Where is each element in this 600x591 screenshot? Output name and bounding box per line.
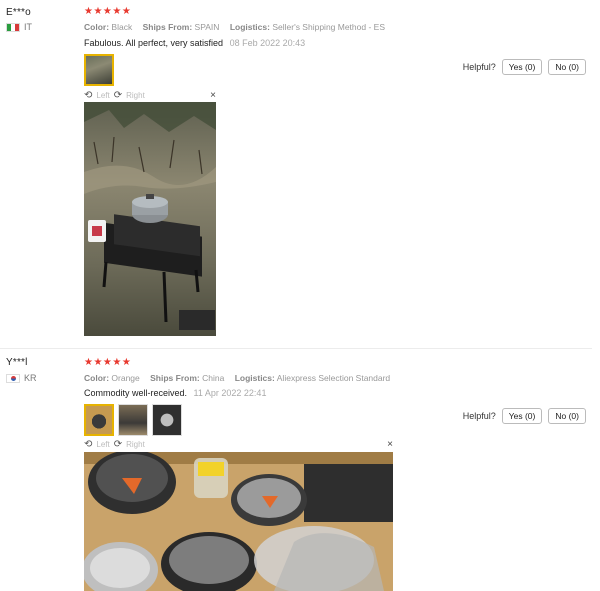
reviewer-name: E***o xyxy=(6,7,31,18)
review-photo-thumbnail[interactable] xyxy=(118,404,148,436)
rotate-left-icon[interactable]: ⟲ xyxy=(84,439,92,450)
ships-from-label: Ships From: xyxy=(142,22,193,32)
image-viewer-toolbar: ⟲ Left ⟳ Right × xyxy=(84,89,216,101)
color-label: Color: xyxy=(84,22,110,32)
country-code: IT xyxy=(24,22,32,32)
review-photo-thumbnail[interactable] xyxy=(152,404,182,436)
rotate-right-icon[interactable]: ⟳ xyxy=(114,439,122,450)
helpful-label: Helpful? xyxy=(462,411,496,421)
comment-text: Commodity well-received. xyxy=(84,388,188,398)
helpful-no-button[interactable]: No (0) xyxy=(548,408,586,424)
country-code: KR xyxy=(24,373,37,383)
close-viewer-icon[interactable]: × xyxy=(387,439,393,450)
helpful-yes-button[interactable]: Yes (0) xyxy=(501,59,543,75)
rating-stars: ★★★★★ xyxy=(84,357,132,368)
image-viewer-toolbar: ⟲ Left ⟳ Right × xyxy=(84,438,393,450)
review-photo-large xyxy=(84,102,216,336)
reviewer-name: Y***l xyxy=(6,357,28,368)
helpful-group: Helpful? Yes (0) No (0) xyxy=(463,59,586,75)
helpful-label: Helpful? xyxy=(462,62,496,72)
reviewer-country: KR xyxy=(6,373,37,383)
rotate-left-label[interactable]: Left xyxy=(96,440,109,449)
ships-from-value: SPAIN xyxy=(194,22,220,32)
color-value: Orange xyxy=(111,373,140,383)
rotate-left-icon[interactable]: ⟲ xyxy=(84,90,92,101)
review-photo-thumbnail[interactable] xyxy=(84,404,114,436)
review-comment: Commodity well-received. 11 Apr 2022 22:… xyxy=(84,388,266,398)
review-item: E***o IT ★★★★★ Color: Black Ships From: … xyxy=(0,0,600,348)
review-date: 08 Feb 2022 20:43 xyxy=(229,38,306,48)
rotate-right-icon[interactable]: ⟳ xyxy=(114,90,122,101)
rotate-right-label[interactable]: Right xyxy=(126,91,145,100)
logistics-value: Aliexpress Selection Standard xyxy=(276,373,391,383)
rotate-left-label[interactable]: Left xyxy=(96,91,109,100)
rating-stars: ★★★★★ xyxy=(84,6,132,17)
review-date: 11 Apr 2022 22:41 xyxy=(193,388,267,398)
color-label: Color: xyxy=(84,373,110,383)
helpful-group: Helpful? Yes (0) No (0) xyxy=(463,408,586,424)
order-meta: Color: Black Ships From: SPAIN Logistics… xyxy=(84,22,385,32)
close-viewer-icon[interactable]: × xyxy=(210,90,216,101)
logistics-label: Logistics: xyxy=(229,22,270,32)
color-value: Black xyxy=(111,22,133,32)
camping-stove-photo xyxy=(84,102,216,336)
logistics-value: Seller's Shipping Method - ES xyxy=(272,22,385,32)
comment-text: Fabulous. All perfect, very satisfied xyxy=(84,38,224,48)
review-comment: Fabulous. All perfect, very satisfied 08… xyxy=(84,38,305,48)
helpful-yes-button[interactable]: Yes (0) xyxy=(501,408,543,424)
italy-flag-icon xyxy=(6,22,20,32)
order-meta: Color: Orange Ships From: China Logistic… xyxy=(84,373,390,383)
reviewer-country: IT xyxy=(6,22,32,32)
ships-from-label: Ships From: xyxy=(150,373,200,383)
review-item: Y***l KR ★★★★★ Color: Orange Ships From:… xyxy=(0,350,600,591)
helpful-no-button[interactable]: No (0) xyxy=(548,59,586,75)
review-divider xyxy=(0,348,592,349)
logistics-label: Logistics: xyxy=(234,373,275,383)
ships-from-value: China xyxy=(202,373,225,383)
cookware-set-photo xyxy=(84,452,393,591)
review-photo-thumbnail[interactable] xyxy=(84,54,114,86)
korea-flag-icon xyxy=(6,373,20,383)
review-photo-large xyxy=(84,452,393,591)
rotate-right-label[interactable]: Right xyxy=(126,440,145,449)
